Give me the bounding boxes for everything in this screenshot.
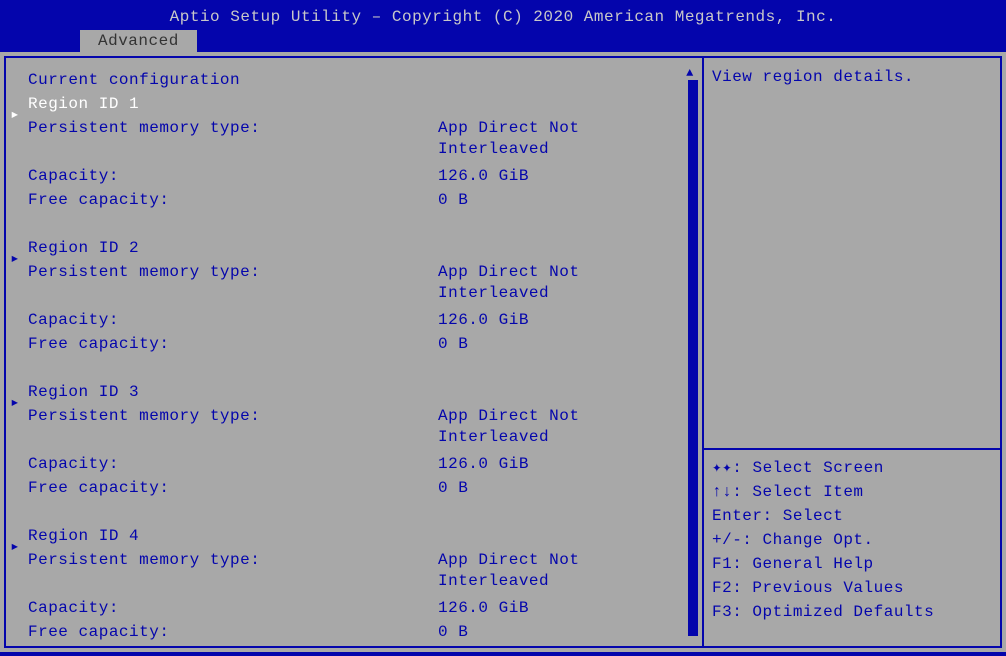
region-id: Region ID 1 <box>28 95 438 113</box>
submenu-arrow-icon: ▸ <box>10 536 20 556</box>
capacity-label: Capacity: <box>28 167 438 185</box>
free-capacity-label: Free capacity: <box>28 479 438 497</box>
mem-type-value: App Direct Not <box>438 263 678 281</box>
tab-bar: Advanced <box>0 30 1006 52</box>
region-id: Region ID 2 <box>28 239 438 257</box>
help-keys: ✦✦: Select Screen ↑↓: Select Item Enter:… <box>712 456 992 624</box>
capacity-row: Capacity: 126.0 GiB <box>10 164 698 188</box>
help-key-line: ✦✦: Select Screen <box>712 456 992 480</box>
section-title-row: Current configuration <box>10 68 698 92</box>
mem-type-row: Persistent memory type: App Direct Not <box>10 548 698 572</box>
capacity-label: Capacity: <box>28 599 438 617</box>
blank-row <box>10 500 698 524</box>
free-capacity-label: Free capacity: <box>28 623 438 641</box>
help-key-line: F1: General Help <box>712 552 992 576</box>
tab-advanced[interactable]: Advanced <box>80 30 197 52</box>
capacity-value: 126.0 GiB <box>438 167 678 185</box>
region-row[interactable]: ▸ Region ID 1 <box>10 92 698 116</box>
capacity-row: Capacity: 126.0 GiB <box>10 308 698 332</box>
mem-type-value-cont: Interleaved <box>10 140 698 164</box>
help-key-line: ↑↓: Select Item <box>712 480 992 504</box>
mem-type-value: App Direct Not <box>438 119 678 137</box>
submenu-arrow-icon: ▸ <box>10 392 20 412</box>
section-title: Current configuration <box>28 71 438 89</box>
capacity-row: Capacity: 126.0 GiB <box>10 452 698 476</box>
region-row[interactable]: ▸ Region ID 3 <box>10 380 698 404</box>
free-capacity-row: Free capacity: 0 B <box>10 476 698 500</box>
help-panel: View region details. ✦✦: Select Screen ↑… <box>702 56 1002 648</box>
blank-row <box>10 356 698 380</box>
capacity-value: 126.0 GiB <box>438 311 678 329</box>
free-capacity-row: Free capacity: 0 B <box>10 620 698 644</box>
region-row[interactable]: ▸ Region ID 4 <box>10 524 698 548</box>
mem-type-label: Persistent memory type: <box>28 551 438 569</box>
region-id: Region ID 3 <box>28 383 438 401</box>
capacity-value: 126.0 GiB <box>438 455 678 473</box>
free-capacity-value: 0 B <box>438 623 678 641</box>
mem-type-row: Persistent memory type: App Direct Not <box>10 260 698 284</box>
blank-row <box>10 212 698 236</box>
region-id: Region ID 4 <box>28 527 438 545</box>
help-key-line: Enter: Select <box>712 504 992 528</box>
free-capacity-value: 0 B <box>438 191 678 209</box>
help-key-line: F2: Previous Values <box>712 576 992 600</box>
submenu-arrow-icon: ▸ <box>10 104 20 124</box>
help-key-line: +/-: Change Opt. <box>712 528 992 552</box>
help-key-line: F3: Optimized Defaults <box>712 600 992 624</box>
scrollbar[interactable]: ▲ <box>688 68 698 636</box>
left-panel: Current configuration ▸ Region ID 1 Pers… <box>4 56 702 648</box>
capacity-label: Capacity: <box>28 311 438 329</box>
mem-type-value: App Direct Not <box>438 551 678 569</box>
free-capacity-label: Free capacity: <box>28 191 438 209</box>
mem-type-value-cont: Interleaved <box>10 572 698 596</box>
free-capacity-label: Free capacity: <box>28 335 438 353</box>
free-capacity-value: 0 B <box>438 479 678 497</box>
submenu-arrow-icon: ▸ <box>10 248 20 268</box>
main-area: Current configuration ▸ Region ID 1 Pers… <box>0 52 1006 652</box>
free-capacity-value: 0 B <box>438 335 678 353</box>
region-row[interactable]: ▸ Region ID 2 <box>10 236 698 260</box>
capacity-row: Capacity: 126.0 GiB <box>10 596 698 620</box>
capacity-label: Capacity: <box>28 455 438 473</box>
mem-type-row: Persistent memory type: App Direct Not <box>10 116 698 140</box>
mem-type-row: Persistent memory type: App Direct Not <box>10 404 698 428</box>
mem-type-value-cont: Interleaved <box>10 428 698 452</box>
capacity-value: 126.0 GiB <box>438 599 678 617</box>
help-description: View region details. <box>712 68 992 448</box>
mem-type-value: App Direct Not <box>438 407 678 425</box>
bios-header: Aptio Setup Utility – Copyright (C) 2020… <box>0 0 1006 30</box>
scroll-up-icon: ▲ <box>682 66 698 80</box>
mem-type-label: Persistent memory type: <box>28 119 438 137</box>
mem-type-label: Persistent memory type: <box>28 407 438 425</box>
mem-type-label: Persistent memory type: <box>28 263 438 281</box>
mem-type-value-cont: Interleaved <box>10 284 698 308</box>
free-capacity-row: Free capacity: 0 B <box>10 188 698 212</box>
free-capacity-row: Free capacity: 0 B <box>10 332 698 356</box>
help-divider <box>704 448 1000 450</box>
header-title: Aptio Setup Utility – Copyright (C) 2020… <box>170 8 837 26</box>
